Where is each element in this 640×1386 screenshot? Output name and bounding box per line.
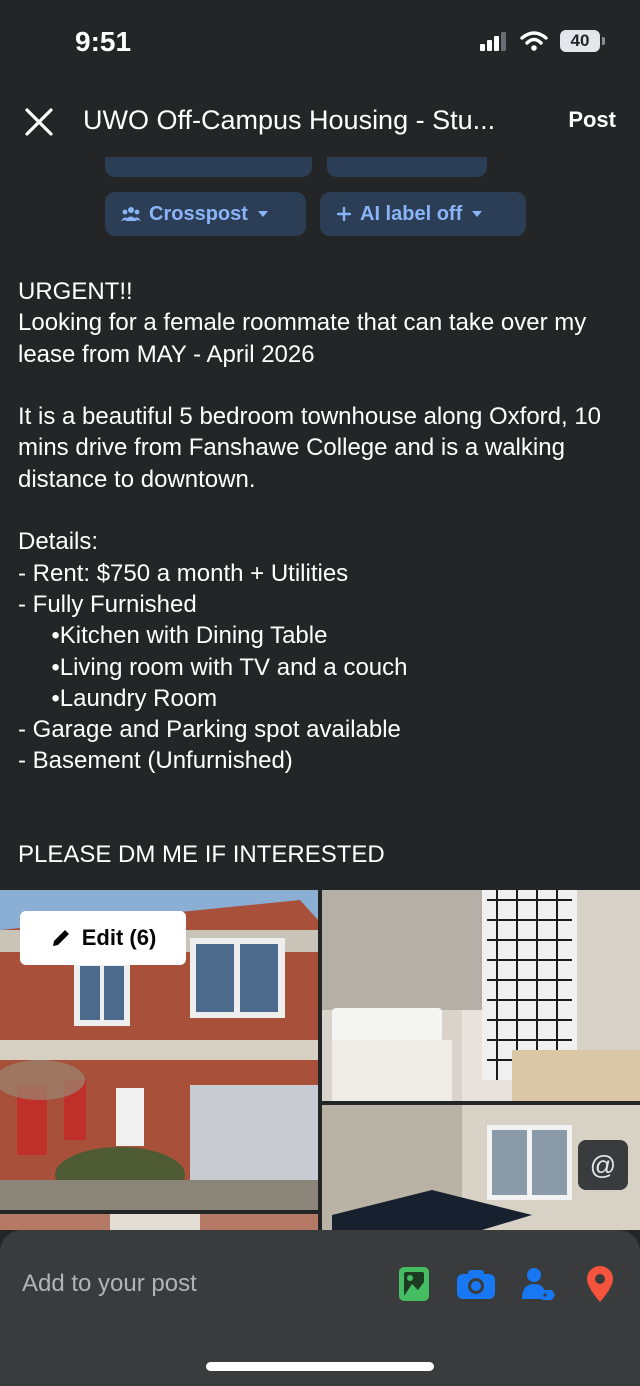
signal-icon <box>480 32 506 51</box>
plus-icon <box>336 206 352 222</box>
group-title: UWO Off-Campus Housing - Stu... <box>83 105 496 135</box>
at-icon[interactable]: @ <box>578 1140 628 1190</box>
status-icons: 40 <box>480 30 605 52</box>
edit-photos-button[interactable]: Edit (6) <box>20 911 186 965</box>
camera-icon[interactable] <box>456 1264 496 1304</box>
edit-photos-label: Edit (6) <box>81 925 157 950</box>
tag-people-icon[interactable] <box>518 1264 558 1304</box>
crosspost-chip[interactable]: Crosspost <box>105 192 306 236</box>
crosspost-icon <box>121 207 141 221</box>
battery-icon: 40 <box>560 30 605 52</box>
add-to-post-label: Add to your post <box>22 1270 197 1297</box>
close-icon[interactable] <box>22 105 56 139</box>
post-button[interactable]: Post <box>568 107 616 133</box>
chevron-down-icon <box>257 211 268 217</box>
photo-bathroom[interactable] <box>322 890 640 1101</box>
audience-chip-partial[interactable] <box>105 157 312 177</box>
add-to-post-icons <box>394 1264 620 1304</box>
pencil-icon <box>52 930 69 946</box>
option-chip-partial[interactable] <box>327 157 487 177</box>
home-indicator[interactable] <box>206 1362 434 1371</box>
status-bar: 9:51 40 <box>0 0 640 88</box>
wifi-icon <box>520 31 548 51</box>
ai-label-chip[interactable]: AI label off <box>320 192 526 236</box>
photo-partial-row[interactable] <box>0 1214 318 1230</box>
crosspost-label: Crosspost <box>149 202 248 225</box>
ai-label-text: AI label off <box>360 202 463 225</box>
chevron-down-icon <box>472 211 483 217</box>
photo-icon[interactable] <box>394 1264 434 1304</box>
status-time: 9:51 <box>75 26 132 57</box>
location-icon[interactable] <box>580 1264 620 1304</box>
post-text[interactable]: URGENT!! Looking for a female roommate t… <box>18 276 618 871</box>
composer-header: UWO Off-Campus Housing - Stu... Post <box>0 95 640 149</box>
